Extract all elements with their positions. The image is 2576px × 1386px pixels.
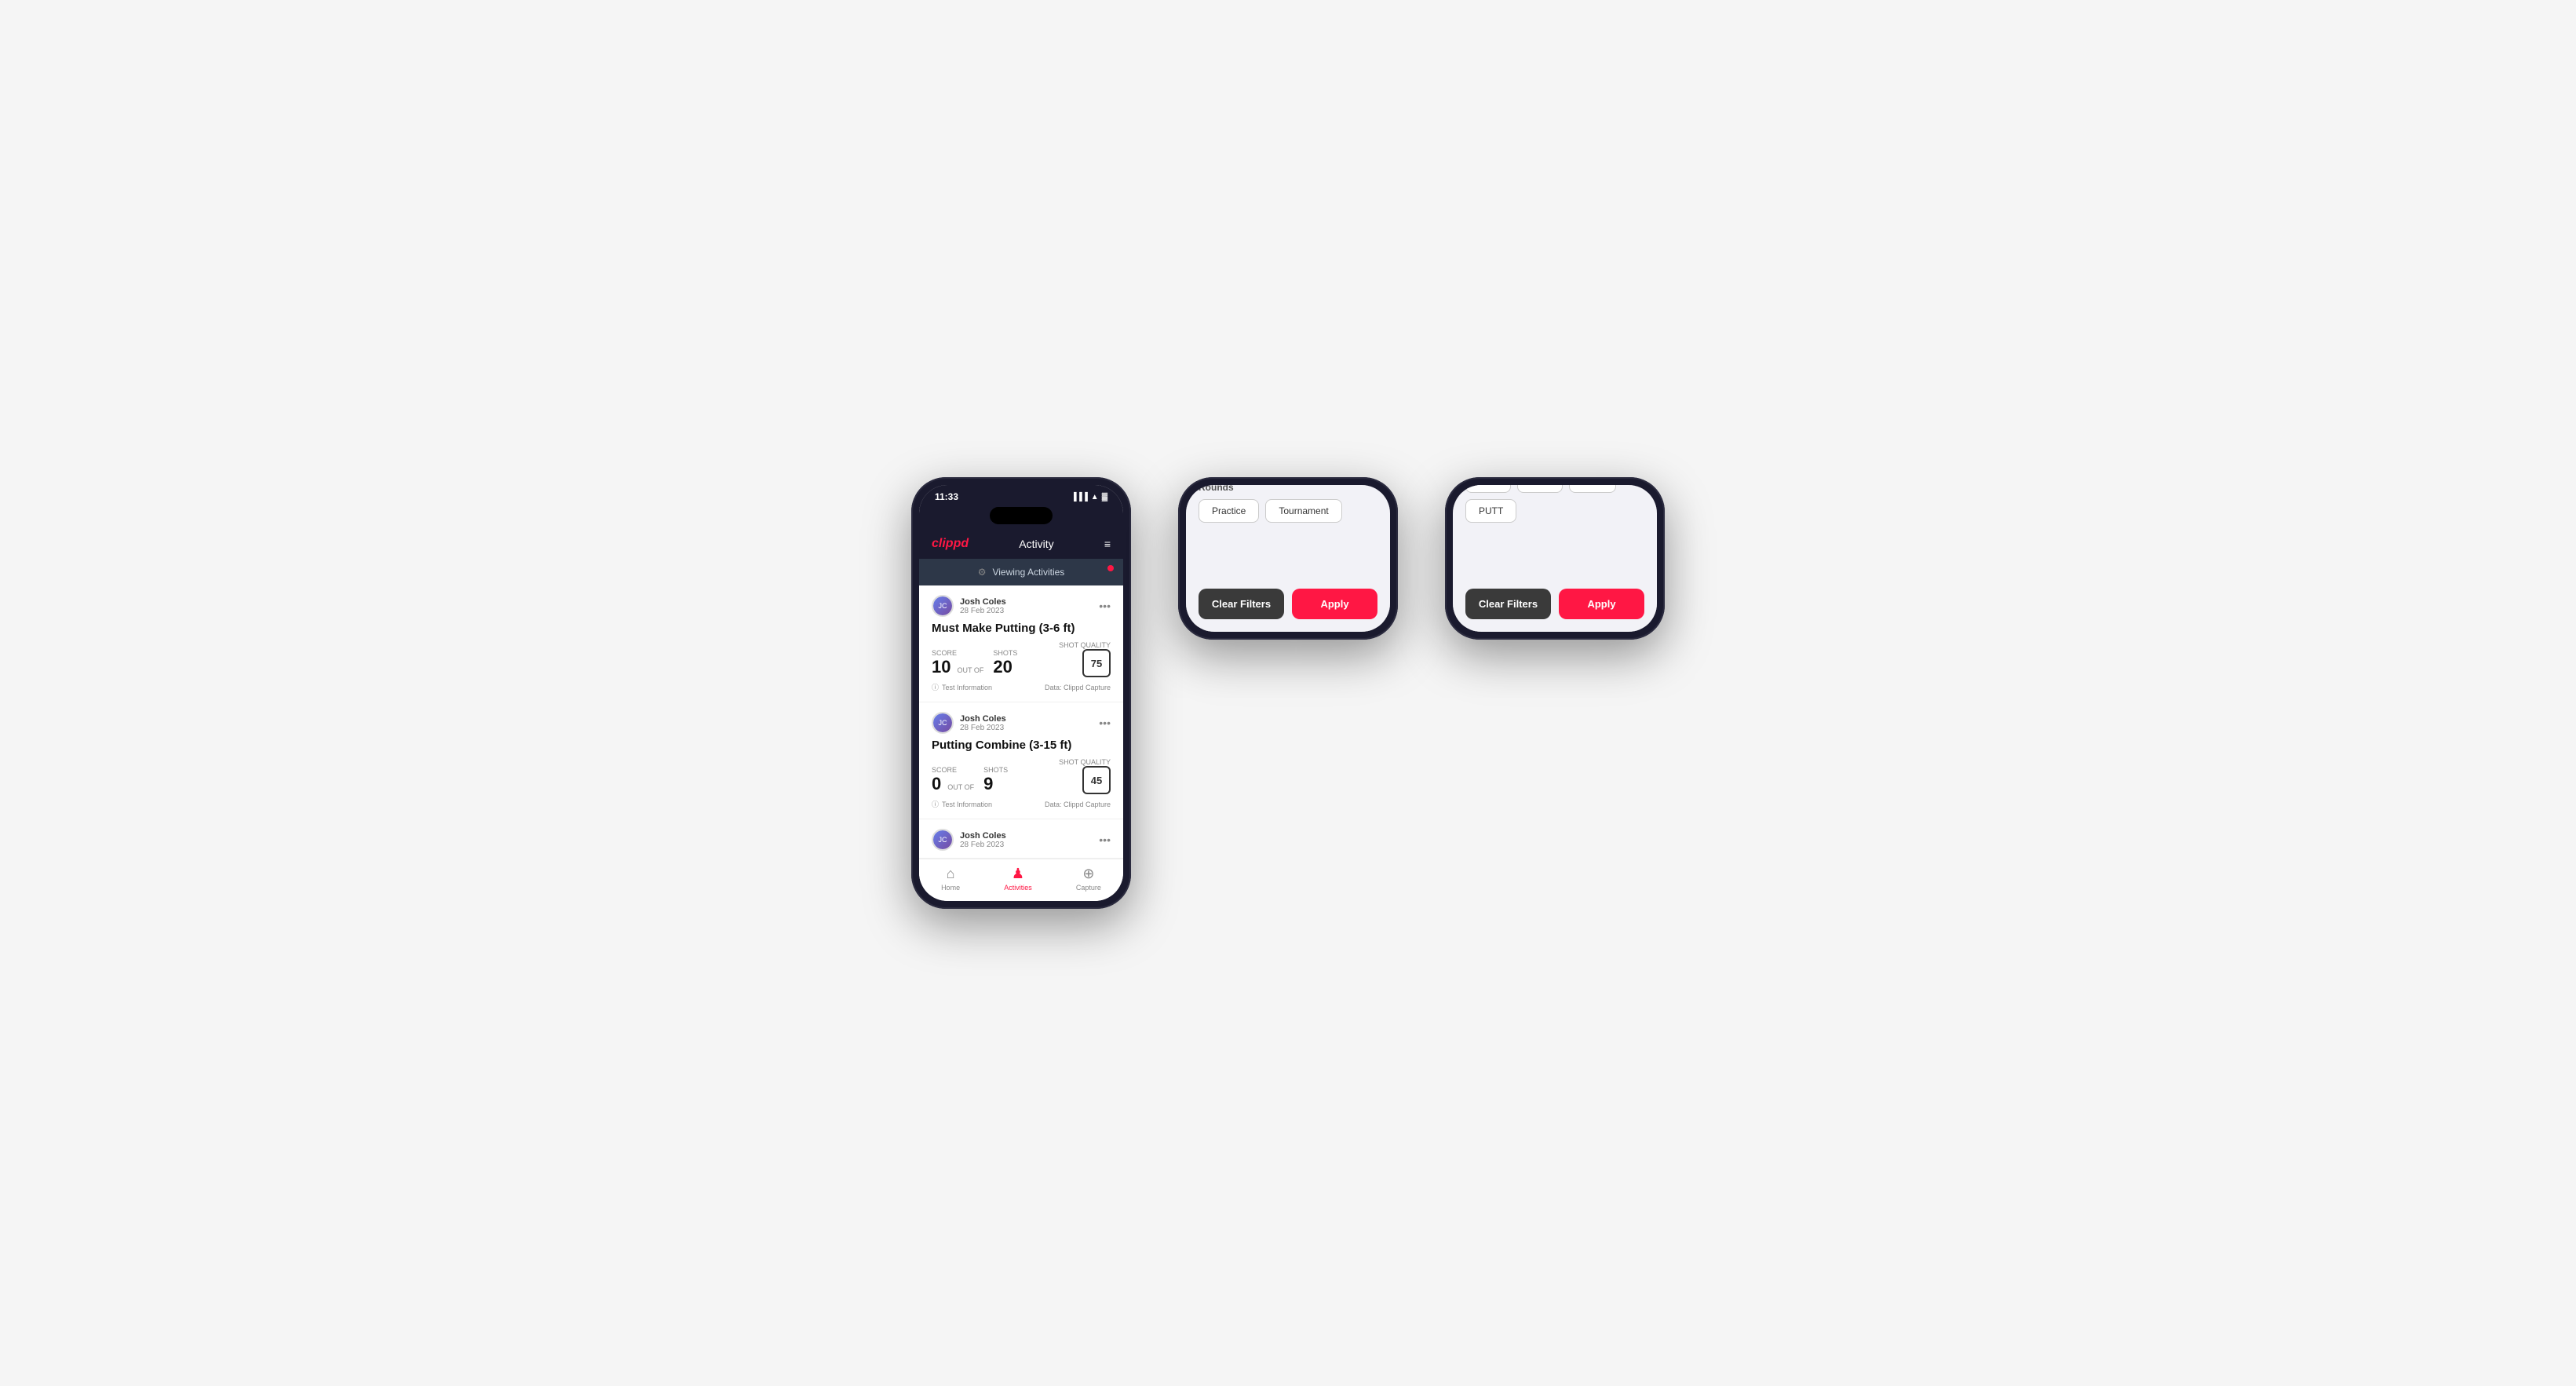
more-dots-2[interactable]: ••• xyxy=(1099,717,1111,729)
sq-label-1: Shot Quality xyxy=(1059,641,1111,649)
app-btn[interactable]: APP xyxy=(1517,485,1563,493)
dynamic-island-1 xyxy=(919,505,1123,529)
activity-item-1[interactable]: JC Josh Coles 28 Feb 2023 ••• Must Make … xyxy=(919,585,1123,702)
user-date-2: 28 Feb 2023 xyxy=(960,724,1006,732)
status-bar-1: 11:33 ▐▐▐ ▲ ▓ xyxy=(919,485,1123,505)
viewing-bar-text-1: Viewing Activities xyxy=(992,567,1064,578)
data-source-2: Data: Clippd Capture xyxy=(1045,801,1111,808)
shots-value-1: 20 xyxy=(993,657,1012,677)
filter-modal-2: Filter ✕ Show Rounds Practice Drills Pra… xyxy=(1453,485,1657,632)
nav-home[interactable]: ⌂ Home xyxy=(941,866,960,892)
score-label-2: Score xyxy=(932,766,977,774)
home-icon: ⌂ xyxy=(947,866,955,882)
battery-icon: ▓ xyxy=(1102,493,1107,502)
sq-label-2: Shot Quality xyxy=(1059,758,1111,766)
avatar-1: JC xyxy=(932,595,954,617)
data-source-1: Data: Clippd Capture xyxy=(1045,684,1111,691)
score-value-2: 0 xyxy=(932,774,941,794)
user-date-3: 28 Feb 2023 xyxy=(960,841,1006,849)
viewing-dot-1 xyxy=(1107,565,1114,571)
shots-label-2: Shots xyxy=(983,766,1008,774)
score-value-1: 10 xyxy=(932,657,950,677)
practice-btn-1[interactable]: Practice xyxy=(1199,499,1259,523)
apply-btn-1[interactable]: Apply xyxy=(1292,589,1377,619)
screenshots-container: 11:33 ▐▐▐ ▲ ▓ clippd Activity ≡ ⚙ Viewin xyxy=(911,477,1665,909)
time-1: 11:33 xyxy=(935,491,958,502)
more-dots-1[interactable]: ••• xyxy=(1099,600,1111,612)
modal-actions-1: Clear Filters Apply xyxy=(1199,589,1377,619)
phone-3: 11:33 ▐▐▐ ▲ ▓ clippd Activity ≡ ⚙ Viewin… xyxy=(1445,477,1665,640)
phone-1: 11:33 ▐▐▐ ▲ ▓ clippd Activity ≡ ⚙ Viewin xyxy=(911,477,1131,909)
capture-icon: ⊕ xyxy=(1082,866,1094,882)
user-name-2: Josh Coles xyxy=(960,714,1006,724)
nav-activities-label: Activities xyxy=(1004,884,1032,892)
clear-filters-btn-2[interactable]: Clear Filters xyxy=(1465,589,1551,619)
test-info-1: ⓘ Test Information xyxy=(932,682,992,692)
menu-icon-1[interactable]: ≡ xyxy=(1104,538,1111,550)
score-label-1: Score xyxy=(932,649,987,657)
activity-item-3[interactable]: JC Josh Coles 28 Feb 2023 ••• xyxy=(919,819,1123,859)
user-info-3: JC Josh Coles 28 Feb 2023 xyxy=(932,829,1006,851)
activity-title-2: Putting Combine (3-15 ft) xyxy=(932,739,1111,752)
nav-activities[interactable]: ♟ Activities xyxy=(1004,866,1032,892)
filter-modal-1: Filter ✕ Show Rounds Practice Drills Rou… xyxy=(1186,485,1390,632)
modal-actions-2: Clear Filters Apply xyxy=(1465,589,1644,619)
wifi-icon: ▲ xyxy=(1091,493,1099,502)
practice-drills-filter-buttons: OTT APP ARG PUTT xyxy=(1465,485,1644,523)
arg-btn[interactable]: ARG xyxy=(1569,485,1616,493)
user-date-1: 28 Feb 2023 xyxy=(960,607,1006,615)
phone-2: 11:33 ▐▐▐ ▲ ▓ clippd Activity ≡ ⚙ Viewin… xyxy=(1178,477,1398,640)
rounds-filter-buttons-1: Practice Tournament xyxy=(1199,499,1377,523)
nav-capture-label: Capture xyxy=(1076,884,1101,892)
ott-btn[interactable]: OTT xyxy=(1465,485,1511,493)
island-pill-1 xyxy=(990,507,1053,524)
status-icons-1: ▐▐▐ ▲ ▓ xyxy=(1071,493,1107,502)
user-info-2: JC Josh Coles 28 Feb 2023 xyxy=(932,712,1006,734)
bottom-nav-1: ⌂ Home ♟ Activities ⊕ Capture xyxy=(919,859,1123,901)
activities-icon: ♟ xyxy=(1012,866,1024,882)
user-info-1: JC Josh Coles 28 Feb 2023 xyxy=(932,595,1006,617)
activity-list: JC Josh Coles 28 Feb 2023 ••• Must Make … xyxy=(919,585,1123,859)
avatar-3: JC xyxy=(932,829,954,851)
sq-badge-2: 45 xyxy=(1082,766,1111,794)
signal-icon: ▐▐▐ xyxy=(1071,493,1088,502)
header-title-1: Activity xyxy=(1019,538,1053,550)
putt-btn[interactable]: PUTT xyxy=(1465,499,1516,523)
tournament-btn-1[interactable]: Tournament xyxy=(1265,499,1341,523)
clear-filters-btn-1[interactable]: Clear Filters xyxy=(1199,589,1284,619)
shots-label-1: Shots xyxy=(993,649,1017,657)
shots-value-2: 9 xyxy=(983,774,993,793)
more-dots-3[interactable]: ••• xyxy=(1099,833,1111,846)
rounds-section-label-1: Rounds xyxy=(1199,485,1377,493)
activity-item-2[interactable]: JC Josh Coles 28 Feb 2023 ••• Putting Co… xyxy=(919,702,1123,819)
activity-title-1: Must Make Putting (3-6 ft) xyxy=(932,622,1111,635)
out-of-2: OUT OF xyxy=(947,783,974,791)
nav-capture[interactable]: ⊕ Capture xyxy=(1076,866,1101,892)
app-header-1: clippd Activity ≡ xyxy=(919,529,1123,559)
sq-badge-1: 75 xyxy=(1082,649,1111,677)
user-name-1: Josh Coles xyxy=(960,597,1006,607)
out-of-1: OUT OF xyxy=(957,666,983,674)
user-name-3: Josh Coles xyxy=(960,831,1006,841)
clippd-logo-1: clippd xyxy=(932,537,969,551)
apply-btn-2[interactable]: Apply xyxy=(1559,589,1644,619)
viewing-bar-1[interactable]: ⚙ Viewing Activities xyxy=(919,559,1123,585)
avatar-2: JC xyxy=(932,712,954,734)
test-info-2: ⓘ Test Information xyxy=(932,799,992,809)
nav-home-label: Home xyxy=(941,884,960,892)
